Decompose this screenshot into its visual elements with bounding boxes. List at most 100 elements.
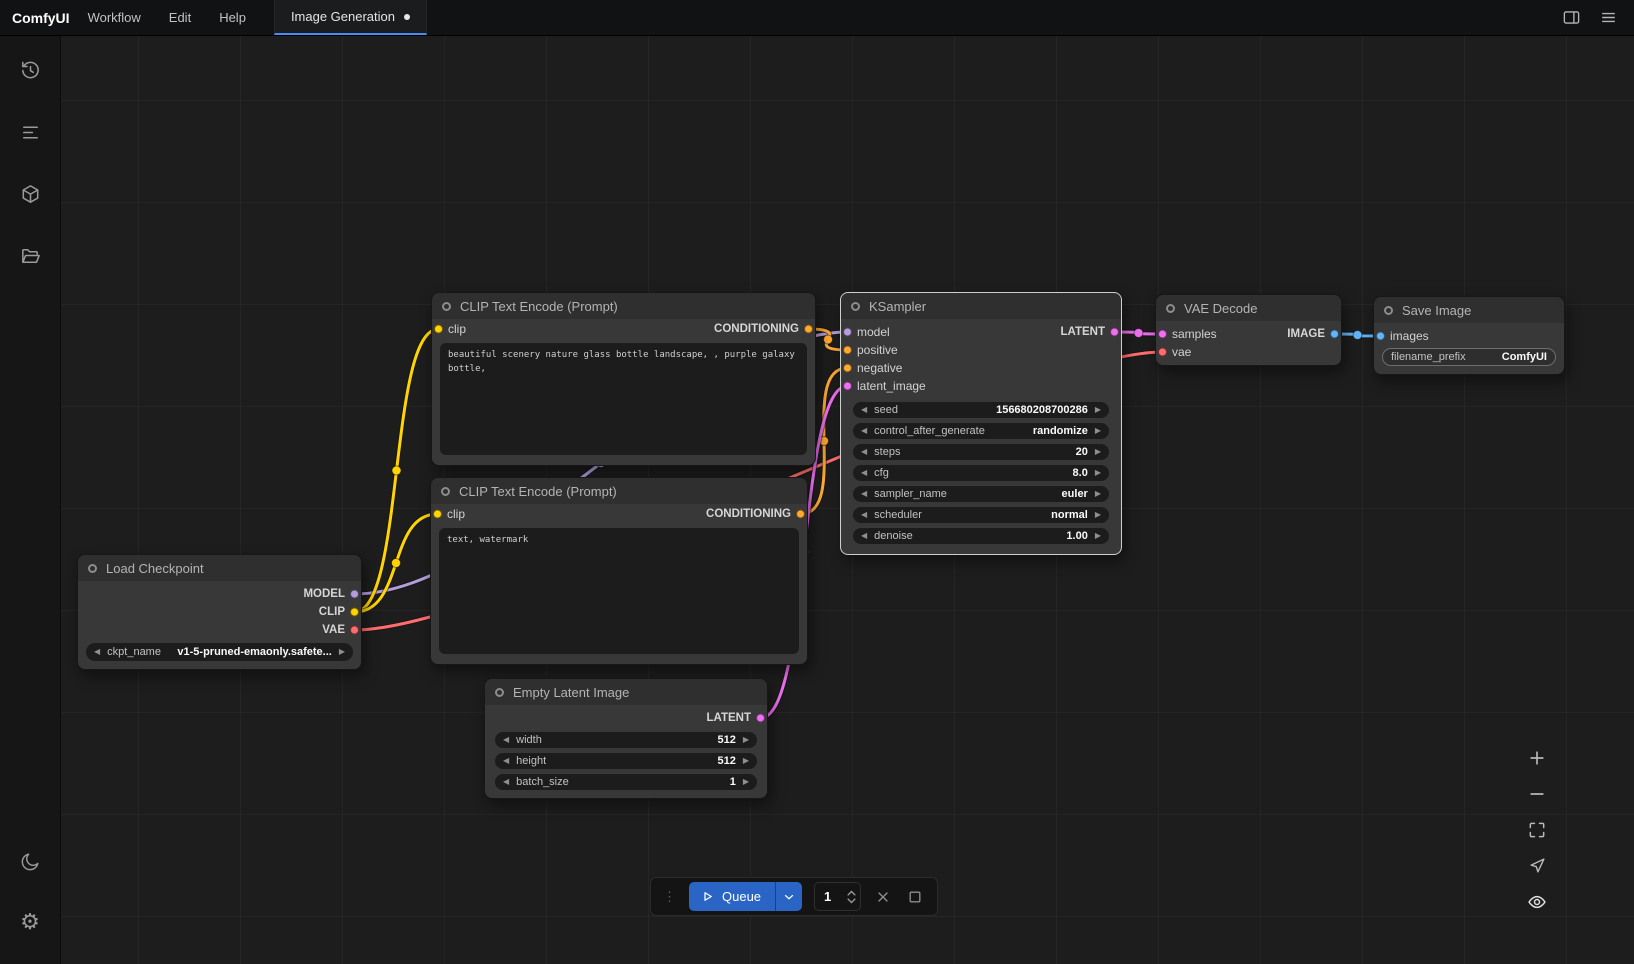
increment-arrow-icon[interactable]: ▶: [743, 778, 749, 786]
increment-arrow-icon[interactable]: ▶: [1095, 448, 1101, 456]
decrement-arrow-icon[interactable]: ◀: [861, 469, 867, 477]
node-ksampler[interactable]: KSampler model LATENT positive negative …: [840, 292, 1122, 555]
input-port-images[interactable]: [1376, 332, 1385, 341]
menu-edit[interactable]: Edit: [169, 10, 191, 25]
tab-image-generation[interactable]: Image Generation: [274, 0, 427, 35]
app-logo[interactable]: ComfyUI: [0, 0, 88, 35]
collapse-toggle[interactable]: [1166, 304, 1175, 313]
queue-options-button[interactable]: [775, 882, 802, 911]
next-arrow-icon[interactable]: ▶: [1095, 490, 1101, 498]
workflows-folder-icon[interactable]: [10, 236, 50, 276]
input-port-clip[interactable]: [433, 510, 442, 519]
increment-arrow-icon[interactable]: ▶: [743, 736, 749, 744]
widget-control-after-generate[interactable]: ◀ control_after_generate randomize ▶: [853, 423, 1109, 439]
prev-arrow-icon[interactable]: ◀: [861, 490, 867, 498]
model-library-icon[interactable]: [10, 174, 50, 214]
widget-height[interactable]: ◀ height 512 ▶: [495, 753, 757, 769]
queue-list-icon[interactable]: [10, 112, 50, 152]
node-vae-decode[interactable]: VAE Decode samples IMAGE vae: [1155, 294, 1342, 366]
node-empty-latent-image[interactable]: Empty Latent Image LATENT ◀ width 512 ▶ …: [484, 678, 768, 799]
prev-arrow-icon[interactable]: ◀: [861, 427, 867, 435]
queue-button[interactable]: Queue: [689, 882, 775, 911]
output-port-latent[interactable]: [756, 714, 765, 723]
widget-batch-size[interactable]: ◀ batch_size 1 ▶: [495, 774, 757, 790]
collapse-toggle[interactable]: [88, 564, 97, 573]
node-header[interactable]: Load Checkpoint: [78, 555, 361, 581]
node-save-image[interactable]: Save Image images filename_prefix ComfyU…: [1373, 296, 1565, 375]
next-arrow-icon[interactable]: ▶: [1095, 511, 1101, 519]
prompt-textarea[interactable]: text, watermark: [439, 528, 799, 654]
decrement-arrow-icon[interactable]: ◀: [861, 448, 867, 456]
node-header[interactable]: Empty Latent Image: [485, 679, 767, 705]
batch-count-input[interactable]: 1: [814, 882, 861, 911]
hamburger-menu-icon[interactable]: [1599, 8, 1618, 27]
input-port-positive[interactable]: [843, 346, 852, 355]
input-port-samples[interactable]: [1158, 330, 1167, 339]
output-port-latent[interactable]: [1110, 328, 1119, 337]
collapse-toggle[interactable]: [851, 302, 860, 311]
stop-button[interactable]: [905, 887, 925, 907]
decrement-arrow-icon[interactable]: ◀: [861, 532, 867, 540]
widget-ckpt-name[interactable]: ◀ ckpt_name v1-5-pruned-emaonly.safete..…: [86, 643, 353, 661]
drag-handle-icon[interactable]: ⋮: [663, 889, 677, 905]
prev-arrow-icon[interactable]: ◀: [861, 511, 867, 519]
node-clip-text-encode-negative[interactable]: CLIP Text Encode (Prompt) clip CONDITION…: [430, 477, 808, 665]
widget-filename-prefix[interactable]: filename_prefix ComfyUI: [1382, 348, 1556, 366]
node-header[interactable]: Save Image: [1374, 297, 1564, 323]
history-icon[interactable]: [10, 50, 50, 90]
widget-cfg[interactable]: ◀ cfg 8.0 ▶: [853, 465, 1109, 481]
increment-arrow-icon[interactable]: ▶: [1095, 532, 1101, 540]
increment-arrow-icon[interactable]: ▶: [1095, 406, 1101, 414]
pan-cursor-icon[interactable]: [1521, 850, 1553, 881]
widget-steps[interactable]: ◀ steps 20 ▶: [853, 444, 1109, 460]
stepper-up-icon[interactable]: [847, 890, 856, 896]
node-load-checkpoint[interactable]: Load Checkpoint MODEL CLIP VAE ◀ ckpt_na…: [77, 554, 362, 670]
zoom-in-icon[interactable]: [1521, 742, 1553, 773]
node-clip-text-encode-positive[interactable]: CLIP Text Encode (Prompt) clip CONDITION…: [431, 292, 816, 466]
decrement-arrow-icon[interactable]: ◀: [503, 736, 509, 744]
stepper-down-icon[interactable]: [847, 898, 856, 904]
menu-help[interactable]: Help: [219, 10, 246, 25]
collapse-toggle[interactable]: [441, 487, 450, 496]
node-header[interactable]: KSampler: [841, 293, 1121, 319]
output-port-image[interactable]: [1330, 330, 1339, 339]
decrement-arrow-icon[interactable]: ◀: [503, 778, 509, 786]
collapse-toggle[interactable]: [495, 688, 504, 697]
input-port-latent-image[interactable]: [843, 382, 852, 391]
widget-sampler-name[interactable]: ◀ sampler_name euler ▶: [853, 486, 1109, 502]
zoom-out-icon[interactable]: [1521, 778, 1553, 809]
input-port-vae[interactable]: [1158, 348, 1167, 357]
toggle-panel-icon[interactable]: [1562, 8, 1581, 27]
prev-arrow-icon[interactable]: ◀: [94, 648, 100, 656]
next-arrow-icon[interactable]: ▶: [339, 648, 345, 656]
menu-workflow[interactable]: Workflow: [88, 10, 141, 25]
output-port-vae[interactable]: [350, 626, 359, 635]
output-port-model[interactable]: [350, 590, 359, 599]
widget-seed[interactable]: ◀ seed 156680208700286 ▶: [853, 402, 1109, 418]
input-port-clip[interactable]: [434, 325, 443, 334]
decrement-arrow-icon[interactable]: ◀: [861, 406, 867, 414]
theme-toggle-moon-icon[interactable]: [10, 842, 50, 882]
node-header[interactable]: CLIP Text Encode (Prompt): [432, 293, 815, 319]
widget-denoise[interactable]: ◀ denoise 1.00 ▶: [853, 528, 1109, 544]
node-header[interactable]: CLIP Text Encode (Prompt): [431, 478, 807, 504]
widget-width[interactable]: ◀ width 512 ▶: [495, 732, 757, 748]
clear-queue-button[interactable]: [873, 887, 893, 907]
decrement-arrow-icon[interactable]: ◀: [503, 757, 509, 765]
increment-arrow-icon[interactable]: ▶: [1095, 469, 1101, 477]
collapse-toggle[interactable]: [1384, 306, 1393, 315]
widget-scheduler[interactable]: ◀ scheduler normal ▶: [853, 507, 1109, 523]
input-port-model[interactable]: [843, 328, 852, 337]
output-port-conditioning[interactable]: [804, 325, 813, 334]
collapse-toggle[interactable]: [442, 302, 451, 311]
toggle-link-visibility-eye-icon[interactable]: [1521, 886, 1553, 917]
prompt-textarea[interactable]: beautiful scenery nature glass bottle la…: [440, 343, 807, 455]
node-header[interactable]: VAE Decode: [1156, 295, 1341, 321]
output-port-conditioning[interactable]: [796, 510, 805, 519]
settings-gear-icon[interactable]: ⚙: [10, 902, 50, 942]
output-port-clip[interactable]: [350, 608, 359, 617]
input-port-negative[interactable]: [843, 364, 852, 373]
fit-view-icon[interactable]: [1521, 814, 1553, 845]
increment-arrow-icon[interactable]: ▶: [743, 757, 749, 765]
next-arrow-icon[interactable]: ▶: [1095, 427, 1101, 435]
